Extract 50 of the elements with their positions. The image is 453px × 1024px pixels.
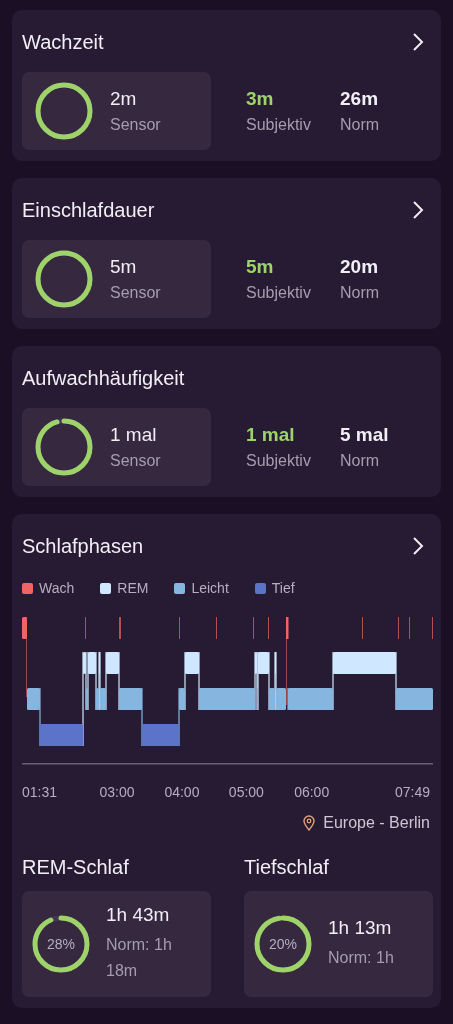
legend-label: Wach [39,580,75,596]
card-title: Aufwachhäufigkeit [22,366,185,390]
sensor-value: 1 mal [110,424,158,446]
stat-title: Tiefschlaf [244,856,330,879]
time-label: 04:00 [164,784,200,800]
subjective-value: 1 mal [246,424,296,446]
norm-label: Norm [340,116,380,134]
norm-label: Norm [340,452,381,470]
chevron-icon[interactable] [412,32,424,52]
time-label: 03:00 [99,784,135,800]
sensor-label: Sensor [110,284,161,302]
legend-label: Tief [271,580,295,596]
sensor-label: Sensor [110,116,161,134]
chevron-icon[interactable] [412,200,424,220]
subjective-value: 5m [246,256,275,278]
sensor-value: 5m [110,256,138,278]
subjective-label: Subjektiv [246,116,312,134]
norm-label: Norm: 1h 18m [106,935,173,981]
norm-value: 5 mal [340,424,389,446]
legend-label: REM [117,580,149,596]
norm-label: Norm [340,284,380,302]
card-title: Wachzeit [22,30,104,54]
sensor-value: 2m [110,88,138,110]
time-label: 06:00 [294,784,330,800]
location-pin-icon [303,815,316,831]
stat-value: 1h 43m [106,904,171,926]
progress-ring [34,81,94,141]
location-label: Europe - Berlin [323,814,430,832]
norm-value: 26m [340,88,380,110]
subjective-label: Subjektiv [246,452,312,470]
percent-label: 20% [269,936,297,952]
stat-title: REM-Schlaf [22,856,130,879]
card-title: Schlafphasen [22,534,144,558]
subjective-label: Subjektiv [246,284,312,302]
subjective-value: 3m [246,88,275,110]
progress-ring [34,417,94,477]
progress-ring [34,249,94,309]
sensor-label: Sensor [110,452,161,470]
norm-label: Norm: 1h [328,948,395,968]
legend-label: Leicht [191,580,229,596]
stat-value: 1h 13m [328,917,393,939]
percent-label: 28% [47,936,75,952]
norm-value: 20m [340,256,380,278]
progress-ring [253,914,313,974]
time-label: 01:31 [22,784,58,800]
time-label: 07:49 [394,784,430,800]
progress-ring [31,914,91,974]
chevron-icon[interactable] [412,536,424,556]
time-label: 05:00 [228,784,264,800]
card-title: Einschlafdauer [22,198,155,222]
